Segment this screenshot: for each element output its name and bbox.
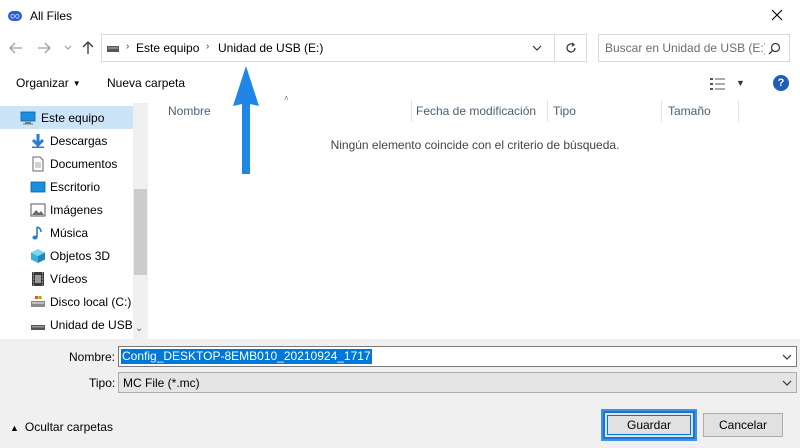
- up-button[interactable]: [78, 38, 98, 58]
- sidebar-item-label: Imágenes: [50, 203, 103, 217]
- annotation-arrow-icon: [233, 66, 259, 174]
- sidebar-item-descargas[interactable]: Descargas: [0, 129, 133, 152]
- sidebar-item-label: Documentos: [50, 157, 118, 171]
- sidebar-item-label: Vídeos: [50, 272, 88, 286]
- file-name-field[interactable]: Config_DESKTOP-8EMB010_20210924_1717: [118, 346, 797, 367]
- sidebar-item-documentos[interactable]: Documentos: [0, 152, 133, 175]
- sidebar-item-usb-drive[interactable]: Unidad de USB (: [0, 313, 140, 336]
- list-view-icon: [710, 78, 725, 90]
- app-icon: OO: [8, 11, 22, 21]
- svg-text:OO: OO: [10, 14, 20, 21]
- sidebar-item-disco-local[interactable]: Disco local (C:): [0, 290, 133, 313]
- back-button[interactable]: [6, 38, 26, 58]
- column-divider[interactable]: [738, 100, 739, 122]
- column-header-tamano[interactable]: Tamaño: [662, 100, 738, 122]
- search-box[interactable]: [598, 34, 790, 62]
- arrow-right-icon: [38, 42, 51, 54]
- breadcrumb-separator[interactable]: ›: [126, 41, 129, 52]
- breadcrumb-este-equipo[interactable]: Este equipo: [136, 41, 199, 55]
- sidebar-item-videos[interactable]: Vídeos: [0, 267, 133, 290]
- search-icon[interactable]: [768, 42, 781, 55]
- download-icon: [31, 134, 45, 148]
- sidebar-item-label: Unidad de USB (: [50, 318, 141, 332]
- cancel-button[interactable]: Cancelar: [703, 413, 783, 437]
- usb-drive-icon: [31, 325, 45, 330]
- sidebar-item-musica[interactable]: Música: [0, 221, 133, 244]
- sidebar-scrollbar[interactable]: ⌄: [133, 103, 148, 339]
- drive-icon: [107, 46, 119, 52]
- address-bar[interactable]: › Este equipo › Unidad de USB (E:): [101, 34, 587, 62]
- type-label: Tipo:: [89, 376, 116, 390]
- music-icon: [32, 226, 42, 240]
- close-icon: [771, 9, 783, 21]
- chevron-down-icon: [782, 354, 792, 360]
- breadcrumb-separator[interactable]: ›: [206, 41, 209, 52]
- file-name-value[interactable]: Config_DESKTOP-8EMB010_20210924_1717: [121, 349, 372, 364]
- sidebar-item-label: Descargas: [50, 134, 108, 148]
- arrow-up-icon: [82, 41, 94, 54]
- arrow-left-icon: [9, 42, 22, 54]
- caret-down-icon: ▼: [72, 79, 81, 88]
- sidebar-item-label: Objetos 3D: [50, 249, 111, 263]
- file-type-dropdown-button[interactable]: [778, 373, 796, 392]
- recent-locations-button[interactable]: [58, 38, 78, 58]
- file-type-select[interactable]: MC File (*.mc): [118, 372, 797, 393]
- organize-label: Organizar: [16, 76, 69, 90]
- search-input[interactable]: [605, 40, 765, 56]
- sidebar-item-imagenes[interactable]: Imágenes: [0, 198, 133, 221]
- column-header-fecha[interactable]: Fecha de modificación: [410, 100, 548, 122]
- sidebar-item-objetos-3d[interactable]: Objetos 3D: [0, 244, 133, 267]
- sidebar-item-label: Disco local (C:): [50, 295, 132, 309]
- chevron-down-icon[interactable]: ⌄: [135, 323, 143, 334]
- disk-icon: [31, 296, 45, 307]
- refresh-button[interactable]: [554, 35, 586, 61]
- sidebar-item-label: Música: [50, 226, 89, 240]
- chevron-down-icon: [782, 380, 792, 386]
- name-label: Nombre:: [69, 350, 116, 364]
- caret-down-icon: ▼: [736, 78, 745, 88]
- sidebar-item-este-equipo[interactable]: Este equipo: [0, 106, 133, 129]
- hide-folders-label: Ocultar carpetas: [24, 420, 113, 434]
- view-options-button[interactable]: ▼: [710, 76, 750, 92]
- forward-button[interactable]: [34, 38, 54, 58]
- hide-folders-button[interactable]: ▲ Ocultar carpetas: [10, 420, 113, 434]
- organize-button[interactable]: Organizar ▼: [16, 76, 81, 90]
- cube-icon: [31, 249, 45, 263]
- sidebar-item-escritorio[interactable]: Escritorio: [0, 175, 133, 198]
- navigation-pane: Este equipo Descargas Documentos Escrito…: [0, 103, 150, 339]
- chevron-down-icon: [532, 45, 541, 51]
- scrollbar-thumb[interactable]: [134, 189, 147, 275]
- pictures-icon: [30, 203, 46, 217]
- chevron-down-icon: [64, 45, 72, 50]
- new-folder-button[interactable]: Nueva carpeta: [107, 76, 185, 90]
- chevron-up-icon: ▲: [10, 423, 19, 433]
- breadcrumb-usb-drive[interactable]: Unidad de USB (E:): [218, 41, 323, 55]
- file-type-value: MC File (*.mc): [123, 376, 200, 390]
- column-header-nombre[interactable]: Nombre: [162, 100, 410, 122]
- file-name-dropdown-button[interactable]: [778, 347, 796, 366]
- video-icon: [32, 272, 44, 286]
- save-button[interactable]: Guardar: [603, 411, 695, 439]
- document-icon: [32, 156, 44, 172]
- save-button-label: Guardar: [607, 415, 691, 435]
- computer-icon: [20, 111, 36, 125]
- sidebar-item-label: Escritorio: [50, 180, 101, 194]
- title-bar: OO All Files: [0, 0, 800, 32]
- command-toolbar: Organizar ▼ Nueva carpeta: [0, 66, 800, 100]
- desktop-icon: [30, 181, 46, 193]
- window-title: All Files: [30, 9, 73, 23]
- address-dropdown-button[interactable]: [522, 35, 550, 61]
- help-button[interactable]: ?: [773, 75, 789, 91]
- sidebar-item-label: Este equipo: [41, 111, 105, 125]
- close-button[interactable]: [754, 0, 800, 30]
- refresh-icon: [565, 42, 576, 53]
- column-header-tipo[interactable]: Tipo: [547, 100, 661, 122]
